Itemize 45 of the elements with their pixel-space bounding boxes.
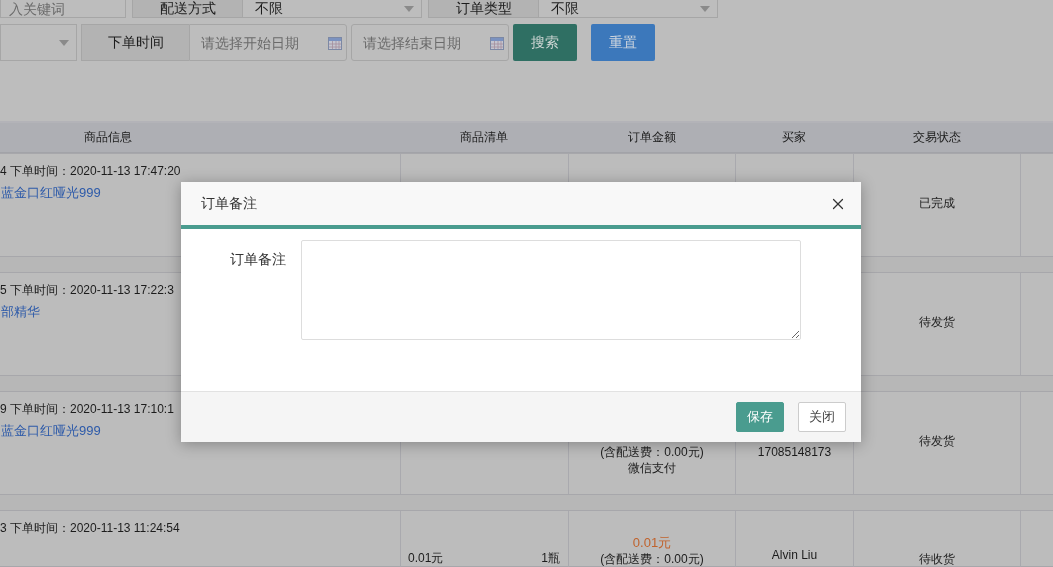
remark-field[interactable] — [301, 240, 801, 340]
shipping-note: (含配送费：0.00元) — [600, 551, 704, 567]
column-header: 商品清单 — [460, 129, 508, 146]
item-quantity: 1瓶 — [541, 550, 560, 566]
column-header: 订单金额 — [627, 129, 676, 146]
calendar-icon — [328, 36, 342, 50]
calendar-icon — [490, 36, 504, 50]
order-status: 待发货 — [919, 433, 955, 449]
close-button[interactable]: 关闭 — [798, 402, 846, 432]
order-info: 9 下单时间：2020-11-13 17:10:1 — [0, 401, 174, 417]
select-field[interactable]: 不限 — [538, 0, 718, 18]
column-header: 交易状态 — [912, 129, 961, 146]
item-price: 0.01元 — [408, 550, 444, 566]
dialog-title: 订单备注 — [201, 194, 257, 213]
filter-label: 下单时间 — [81, 24, 189, 61]
shipping-note: (含配送费：0.00元) — [600, 444, 704, 460]
reset-button[interactable]: 重置 — [591, 24, 655, 61]
date-field[interactable]: 请选择开始日期 — [189, 24, 347, 61]
order-amount: 0.01元 — [632, 535, 672, 551]
caret-icon — [404, 5, 414, 12]
column-header: 商品信息 — [84, 129, 132, 146]
order-info: 3 下单时间：2020-11-13 11:24:54 — [0, 520, 180, 536]
product-link[interactable]: 蓝金口红哑光999 — [0, 185, 101, 201]
product-link[interactable]: 部精华 — [0, 304, 40, 320]
save-button[interactable]: 保存 — [736, 402, 784, 432]
order-status: 待发货 — [919, 314, 955, 330]
order-status: 已完成 — [919, 195, 955, 211]
keyword-field[interactable]: 入关键词 — [0, 0, 126, 18]
select-field[interactable]: 不限 — [242, 0, 422, 18]
select-field[interactable] — [0, 24, 77, 61]
field-label: 订单备注 — [230, 250, 286, 269]
order-info: 4 下单时间：2020-11-13 17:47:20 — [0, 163, 181, 179]
order-status: 待收货 — [919, 551, 955, 567]
caret-icon — [700, 5, 710, 12]
filter-label: 配送方式 — [132, 0, 242, 18]
buyer-phone: 17085148173 — [757, 444, 832, 460]
search-button[interactable]: 搜索 — [513, 24, 577, 61]
filter-label: 订单类型 — [428, 0, 538, 18]
date-field[interactable]: 请选择结束日期 — [351, 24, 509, 61]
buyer-name: Alvin Liu — [771, 547, 818, 563]
payment-method: 微信支付 — [628, 460, 676, 476]
product-link[interactable]: 蓝金口红哑光999 — [0, 423, 101, 439]
column-header: 买家 — [782, 129, 806, 146]
order-info: 5 下单时间：2020-11-13 17:22:3 — [0, 282, 174, 298]
caret-icon — [59, 39, 69, 46]
